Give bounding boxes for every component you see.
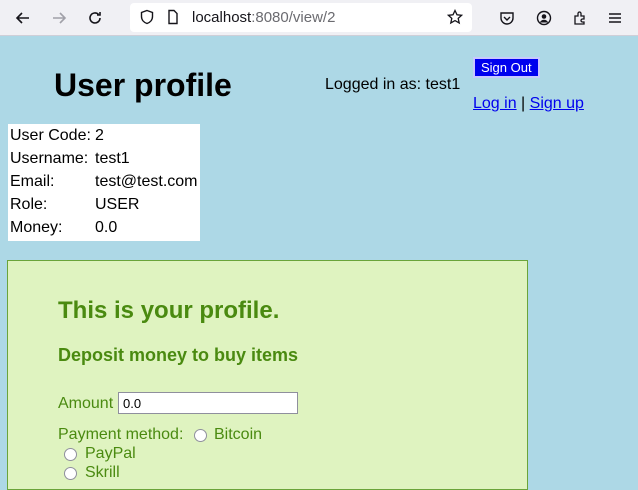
logged-in-text: Logged in as: test1: [325, 76, 461, 93]
money-label: Money:: [10, 219, 63, 236]
bitcoin-label[interactable]: Bitcoin: [214, 426, 262, 444]
email-label: Email:: [10, 173, 55, 190]
user-info-card: User Code: 2 Username: test1 Email: test…: [8, 124, 200, 241]
bookmark-star-icon[interactable]: [442, 4, 468, 30]
bitcoin-radio[interactable]: [194, 429, 207, 442]
url-host: localhost: [192, 9, 252, 26]
shield-icon[interactable]: [134, 4, 160, 30]
page-title: User profile: [54, 67, 232, 103]
account-icon[interactable]: [531, 5, 557, 31]
url-path: :8080/view/2: [251, 9, 336, 26]
role-value: USER: [95, 196, 140, 213]
url-bar[interactable]: localhost:8080/view/2: [130, 3, 472, 32]
user-code-label: User Code:: [10, 127, 91, 144]
skrill-radio[interactable]: [64, 467, 77, 480]
paypal-label[interactable]: PayPal: [85, 445, 136, 463]
pocket-icon[interactable]: [494, 5, 520, 31]
username-value: test1: [95, 150, 130, 167]
profile-panel: This is your profile. Deposit money to b…: [7, 260, 528, 490]
payment-method-label: Payment method:: [58, 426, 184, 443]
money-value: 0.0: [95, 219, 118, 236]
paypal-radio[interactable]: [64, 448, 77, 461]
email-value: test@test.com: [95, 173, 198, 190]
page-content: User profile Logged in as: test1 Sign Ou…: [0, 37, 638, 490]
deposit-heading: Deposit money to buy items: [58, 345, 299, 365]
login-link[interactable]: Log in: [473, 95, 517, 112]
role-label: Role:: [10, 196, 48, 213]
auth-separator: |: [521, 95, 526, 112]
amount-input[interactable]: [118, 392, 298, 414]
back-arrow-icon[interactable]: [10, 5, 36, 31]
username-label: Username:: [10, 150, 89, 167]
url-text[interactable]: localhost:8080/view/2: [192, 9, 335, 26]
extensions-icon[interactable]: [567, 5, 593, 31]
amount-label: Amount: [58, 395, 114, 412]
menu-icon[interactable]: [602, 5, 628, 31]
skrill-label[interactable]: Skrill: [85, 464, 120, 482]
reload-icon[interactable]: [82, 5, 108, 31]
browser-toolbar: localhost:8080/view/2: [0, 0, 638, 36]
signup-link[interactable]: Sign up: [530, 95, 584, 112]
user-code-value: 2: [95, 127, 104, 144]
page-icon: [160, 4, 186, 30]
sign-out-button[interactable]: Sign Out: [473, 57, 540, 78]
forward-arrow-icon[interactable]: [46, 5, 72, 31]
profile-heading: This is your profile.: [58, 297, 280, 324]
auth-links: Log in | Sign up: [473, 95, 584, 113]
